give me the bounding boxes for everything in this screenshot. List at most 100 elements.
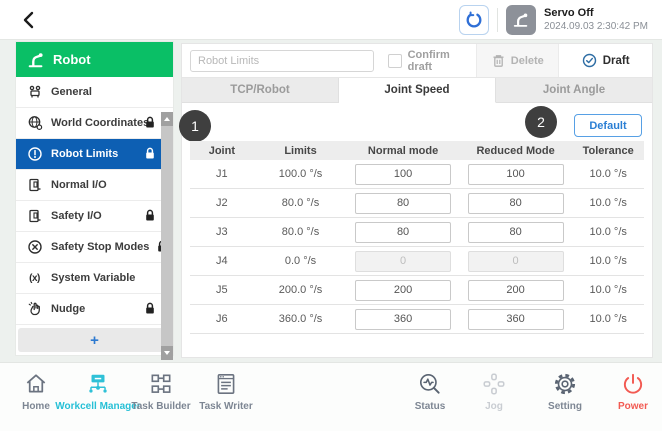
sidebar-item-world-coordinates[interactable]: World Coordinates (16, 108, 173, 139)
joint-label: J6 (190, 313, 254, 325)
limit-value: 80.0 °/s (254, 226, 348, 238)
toolbar: Confirm draft Delete Draft (182, 44, 652, 78)
main-panel: Confirm draft Delete Draft TCP/Robot Joi… (181, 43, 653, 358)
recovery-button[interactable] (459, 5, 489, 35)
recovery-arrow-icon (465, 11, 483, 29)
lock-icon (144, 209, 156, 227)
tolerance-value: 10.0 °/s (572, 313, 644, 325)
sidebar-item-safety-io[interactable]: Safety I/O (16, 201, 173, 232)
delete-label: Delete (511, 55, 544, 67)
joint-speed-table: Joint Limits Normal mode Reduced Mode To… (190, 141, 644, 334)
draft-label: Draft (603, 55, 630, 67)
add-workcell-item-button[interactable]: + (18, 328, 171, 352)
joint-label: J2 (190, 197, 254, 209)
table-row-j1: J1 100.0 °/s 10.0 °/s (190, 160, 644, 189)
joint-label: J5 (190, 284, 254, 296)
tolerance-value: 10.0 °/s (572, 197, 644, 209)
column-header-joint: Joint (190, 145, 254, 157)
reduced-mode-input[interactable] (468, 222, 564, 243)
io-port-icon (26, 177, 43, 193)
confirm-draft-label: Confirm draft (408, 49, 477, 73)
limit-value: 100.0 °/s (254, 168, 348, 180)
robot-status-button[interactable] (506, 5, 536, 35)
tab-joint-angle[interactable]: Joint Angle (496, 78, 652, 103)
tolerance-value: 10.0 °/s (572, 284, 644, 296)
x-circle-icon (26, 239, 43, 255)
sidebar-title: Robot (53, 52, 91, 67)
tab-tcp-robot[interactable]: TCP/Robot (182, 78, 339, 103)
joint-label: J3 (190, 226, 254, 238)
trash-icon (492, 54, 505, 68)
robot-head-icon (26, 84, 43, 100)
triangle-up-icon (164, 117, 170, 121)
sidebar-scrollbar[interactable] (161, 112, 173, 360)
scroll-down-button[interactable] (161, 346, 173, 360)
column-header-limits: Limits (254, 145, 348, 157)
nav-label: Task Writer (199, 401, 253, 412)
reduced-mode-input (468, 251, 564, 272)
check-circle-icon (582, 53, 597, 68)
alert-circle-icon (26, 146, 43, 162)
robot-arm-icon (512, 11, 530, 29)
sidebar-item-label: World Coordinates (51, 117, 149, 129)
back-button[interactable] (16, 7, 42, 33)
lock-icon (144, 116, 156, 134)
io-port-icon (26, 208, 43, 224)
normal-mode-input[interactable] (355, 193, 451, 214)
joint-label: J1 (190, 168, 254, 180)
table-row-j3: J3 80.0 °/s 10.0 °/s (190, 218, 644, 247)
nav-label: Jog (485, 401, 503, 412)
sidebar-item-system-variable[interactable]: (x) System Variable (16, 263, 173, 294)
tolerance-value: 10.0 °/s (572, 255, 644, 267)
sidebar-menu: General World Coordinates Robot Limits (16, 77, 173, 325)
nav-task-writer[interactable]: Task Writer (171, 371, 281, 412)
sidebar-item-nudge[interactable]: Nudge (16, 294, 173, 325)
sidebar-item-robot-limits[interactable]: Robot Limits (16, 139, 173, 170)
sidebar-item-label: Robot Limits (51, 148, 118, 160)
reduced-mode-input[interactable] (468, 280, 564, 301)
sidebar-item-safety-stop-modes[interactable]: Safety Stop Modes (16, 232, 173, 263)
topbar-divider (497, 8, 498, 32)
confirm-draft-checkbox[interactable] (388, 54, 402, 68)
triangle-down-icon (164, 351, 170, 355)
sidebar-item-label: Normal I/O (51, 179, 107, 191)
scroll-up-button[interactable] (161, 112, 173, 126)
limit-value: 0.0 °/s (254, 255, 348, 267)
table-row-j5: J5 200.0 °/s 10.0 °/s (190, 276, 644, 305)
joint-label: J4 (190, 255, 254, 267)
tolerance-value: 10.0 °/s (572, 168, 644, 180)
sidebar-item-label: General (51, 86, 92, 98)
tab-bar: TCP/Robot Joint Speed Joint Angle (182, 78, 652, 103)
draft-button[interactable]: Draft (559, 44, 652, 77)
sidebar-item-normal-io[interactable]: Normal I/O (16, 170, 173, 201)
robot-arm-icon (27, 51, 45, 69)
default-button[interactable]: Default (574, 114, 642, 137)
sidebar-item-label: Safety Stop Modes (51, 241, 149, 253)
tolerance-value: 10.0 °/s (572, 226, 644, 238)
tab-joint-speed[interactable]: Joint Speed (339, 78, 496, 103)
reduced-mode-input[interactable] (468, 309, 564, 330)
column-header-tolerance: Tolerance (572, 145, 644, 157)
plus-icon: + (90, 332, 99, 349)
top-bar: Servo Off 2024.09.03 2:30:42 PM (0, 0, 662, 40)
sidebar-item-label: Nudge (51, 303, 85, 315)
reduced-mode-input[interactable] (468, 193, 564, 214)
power-icon (620, 371, 646, 397)
limit-value: 80.0 °/s (254, 197, 348, 209)
delete-button[interactable]: Delete (476, 44, 559, 77)
lock-icon (144, 147, 156, 165)
item-name-input[interactable] (190, 50, 374, 72)
sidebar-item-general[interactable]: General (16, 77, 173, 108)
reduced-mode-input[interactable] (468, 164, 564, 185)
normal-mode-input[interactable] (355, 222, 451, 243)
table-row-j2: J2 80.0 °/s 10.0 °/s (190, 189, 644, 218)
normal-mode-input[interactable] (355, 164, 451, 185)
normal-mode-input[interactable] (355, 309, 451, 330)
nav-power[interactable]: Power (578, 371, 662, 412)
bottom-nav-bar: Home Workcell Manager Task Builder Task … (0, 362, 662, 431)
limit-value: 200.0 °/s (254, 284, 348, 296)
lock-icon (144, 302, 156, 320)
table-row-j6: J6 360.0 °/s 10.0 °/s (190, 305, 644, 334)
normal-mode-input[interactable] (355, 280, 451, 301)
sidebar-item-label: Safety I/O (51, 210, 102, 222)
